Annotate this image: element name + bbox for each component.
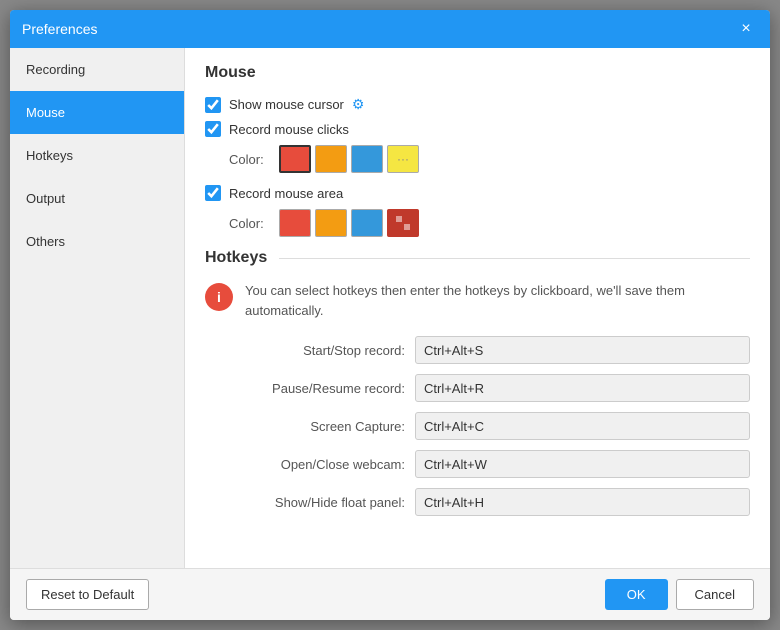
area-color-row: Color: bbox=[229, 209, 750, 237]
hotkey-row-webcam: Open/Close webcam: bbox=[205, 450, 750, 478]
sidebar-item-others[interactable]: Others bbox=[10, 220, 184, 263]
divider-line bbox=[279, 258, 750, 259]
area-color-orange[interactable] bbox=[315, 209, 347, 237]
ok-button[interactable]: OK bbox=[605, 579, 668, 610]
area-color-blue[interactable] bbox=[351, 209, 383, 237]
reset-button[interactable]: Reset to Default bbox=[26, 579, 149, 610]
record-area-label: Record mouse area bbox=[229, 186, 343, 201]
gear-icon[interactable]: ⚙ bbox=[352, 96, 365, 113]
hotkey-row-pause: Pause/Resume record: bbox=[205, 374, 750, 402]
hotkey-webcam-input[interactable] bbox=[415, 450, 750, 478]
record-area-row: Record mouse area bbox=[205, 185, 750, 201]
dots-icon bbox=[394, 214, 412, 232]
hotkeys-section-title: Hotkeys bbox=[205, 249, 267, 267]
bottom-bar: Reset to Default OK Cancel bbox=[10, 568, 770, 620]
record-clicks-checkbox[interactable] bbox=[205, 121, 221, 137]
hotkey-start-input[interactable] bbox=[415, 336, 750, 364]
record-clicks-label: Record mouse clicks bbox=[229, 122, 349, 137]
content-area: Recording Mouse Hotkeys Output Others Mo… bbox=[10, 48, 770, 568]
area-color-red[interactable] bbox=[279, 209, 311, 237]
clicks-color-orange[interactable] bbox=[315, 145, 347, 173]
show-cursor-checkbox[interactable] bbox=[205, 97, 221, 113]
info-icon: i bbox=[205, 283, 233, 311]
sidebar-item-mouse[interactable]: Mouse bbox=[10, 91, 184, 134]
hotkey-row-capture: Screen Capture: bbox=[205, 412, 750, 440]
record-clicks-row: Record mouse clicks bbox=[205, 121, 750, 137]
hotkey-float-label: Show/Hide float panel: bbox=[205, 495, 405, 510]
sidebar-item-recording[interactable]: Recording bbox=[10, 48, 184, 91]
title-bar: Preferences × bbox=[10, 10, 770, 48]
mouse-section-title: Mouse bbox=[205, 64, 750, 82]
close-button[interactable]: × bbox=[734, 17, 758, 41]
sidebar-item-hotkeys[interactable]: Hotkeys bbox=[10, 134, 184, 177]
hotkey-pause-label: Pause/Resume record: bbox=[205, 381, 405, 396]
hotkey-webcam-label: Open/Close webcam: bbox=[205, 457, 405, 472]
clicks-color-blue[interactable] bbox=[351, 145, 383, 173]
clicks-color-row: Color: ··· bbox=[229, 145, 750, 173]
hotkey-float-input[interactable] bbox=[415, 488, 750, 516]
show-cursor-row: Show mouse cursor ⚙ bbox=[205, 96, 750, 113]
record-area-checkbox[interactable] bbox=[205, 185, 221, 201]
preferences-dialog: Preferences × Recording Mouse Hotkeys Ou… bbox=[10, 10, 770, 620]
hotkey-pause-input[interactable] bbox=[415, 374, 750, 402]
info-text: You can select hotkeys then enter the ho… bbox=[245, 281, 750, 320]
clicks-color-yellow[interactable]: ··· bbox=[387, 145, 419, 173]
hotkey-start-label: Start/Stop record: bbox=[205, 343, 405, 358]
hotkey-capture-input[interactable] bbox=[415, 412, 750, 440]
clicks-color-label: Color: bbox=[229, 152, 269, 167]
action-buttons: OK Cancel bbox=[605, 579, 754, 610]
dialog-title: Preferences bbox=[22, 21, 97, 37]
area-color-red2[interactable] bbox=[387, 209, 419, 237]
show-cursor-label: Show mouse cursor bbox=[229, 97, 344, 112]
main-panel: Mouse Show mouse cursor ⚙ Record mouse c… bbox=[185, 48, 770, 568]
area-color-label: Color: bbox=[229, 216, 269, 231]
clicks-color-red[interactable] bbox=[279, 145, 311, 173]
hotkeys-divider: Hotkeys bbox=[205, 249, 750, 267]
sidebar-item-output[interactable]: Output bbox=[10, 177, 184, 220]
hotkey-capture-label: Screen Capture: bbox=[205, 419, 405, 434]
info-box: i You can select hotkeys then enter the … bbox=[205, 281, 750, 320]
hotkey-row-start: Start/Stop record: bbox=[205, 336, 750, 364]
hotkey-row-float: Show/Hide float panel: bbox=[205, 488, 750, 516]
cancel-button[interactable]: Cancel bbox=[676, 579, 754, 610]
sidebar: Recording Mouse Hotkeys Output Others bbox=[10, 48, 185, 568]
